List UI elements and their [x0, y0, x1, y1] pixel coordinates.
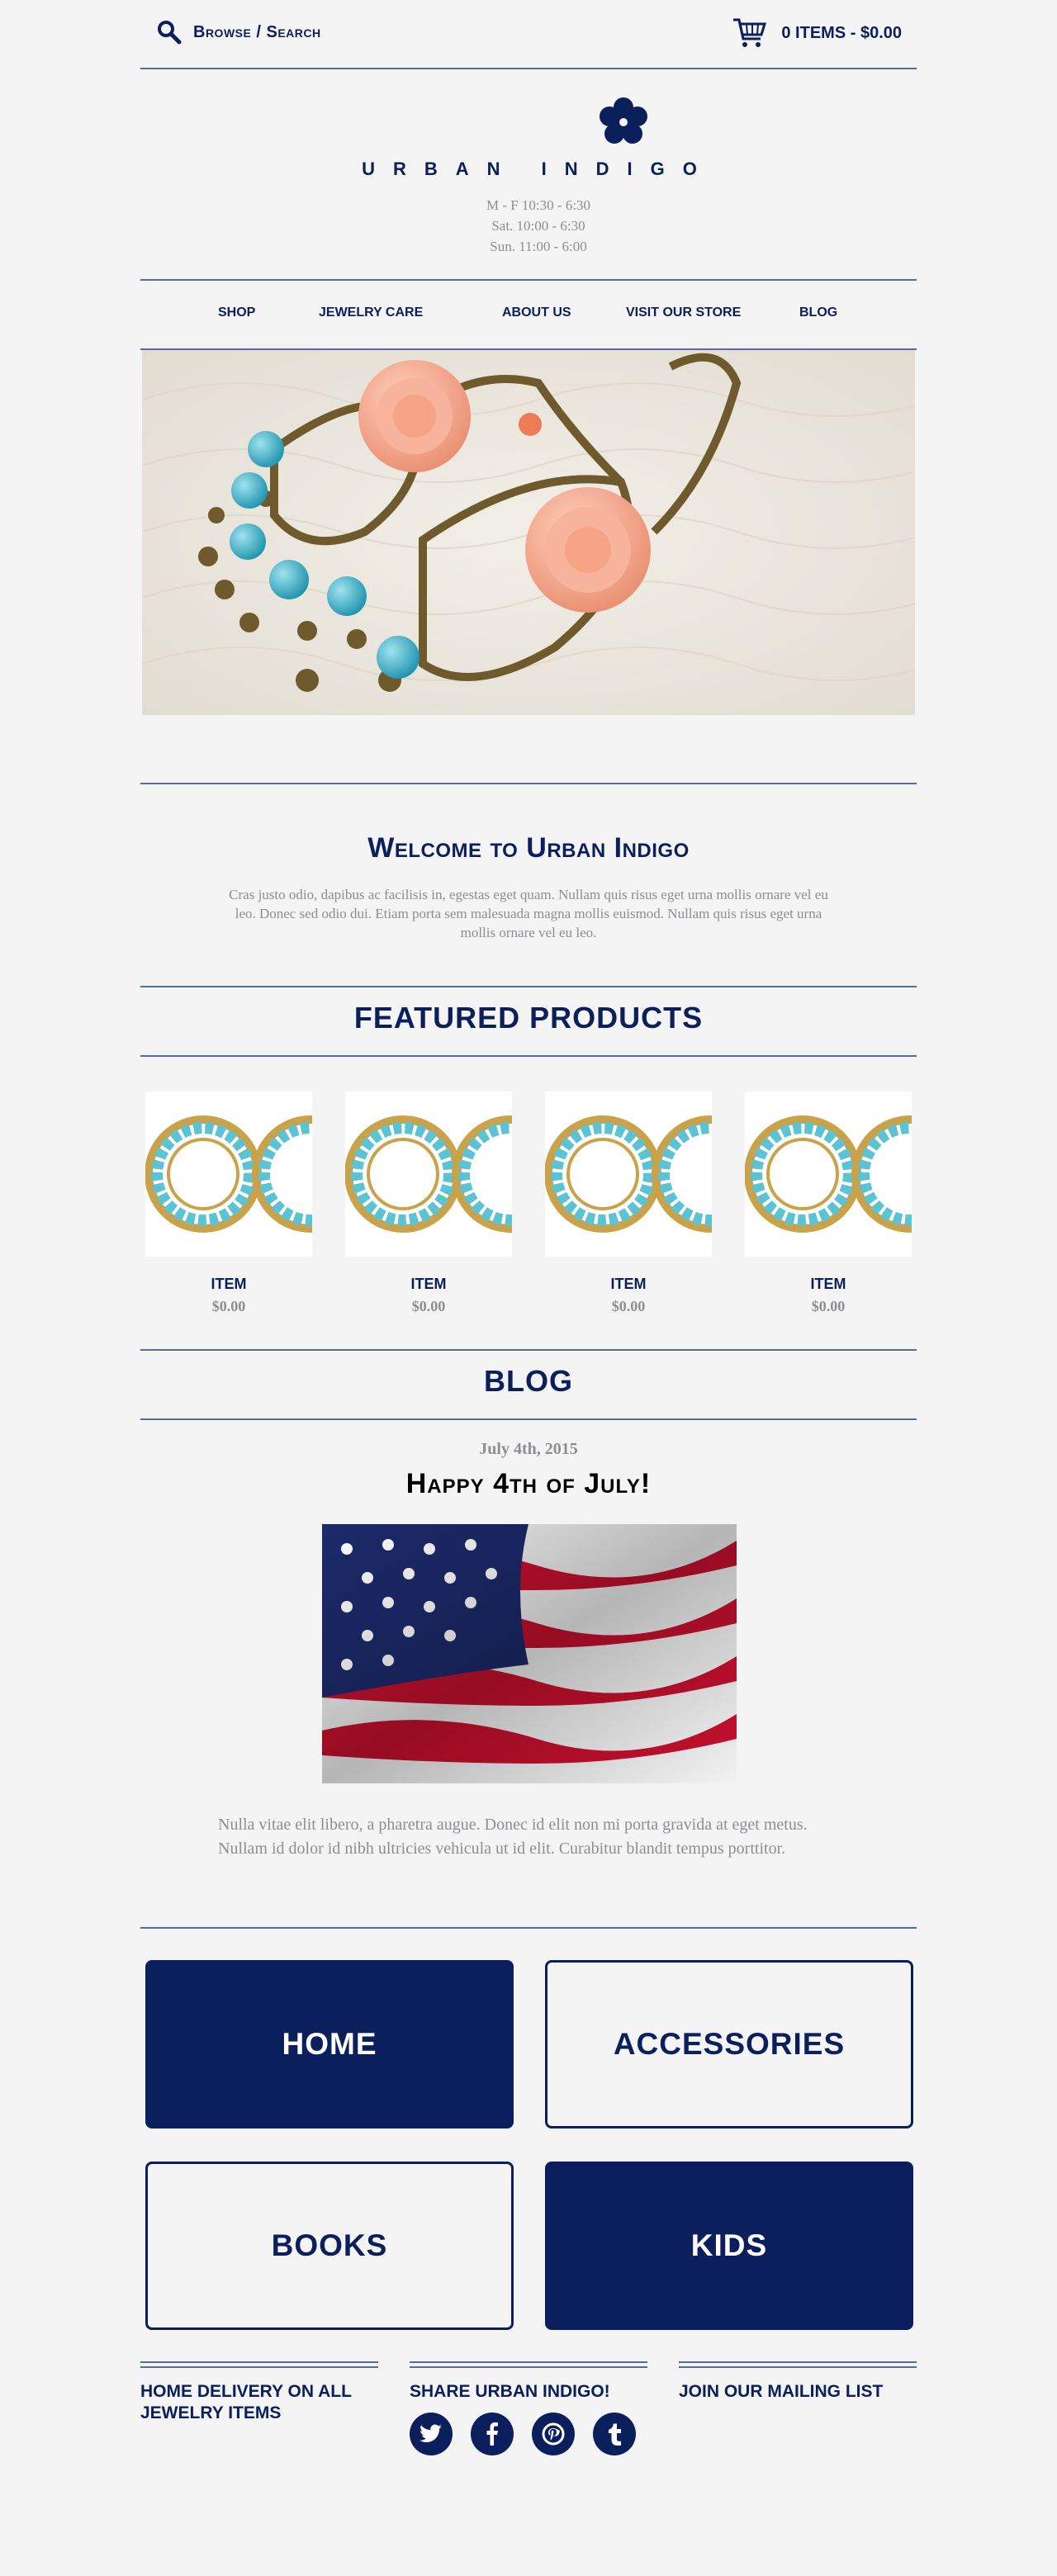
nav-visit-our-store[interactable]: VISIT OUR STORE	[626, 305, 741, 320]
category-tile-kids[interactable]: KIDS	[545, 2162, 913, 2330]
product-price: $0.00	[211, 1298, 246, 1314]
pinterest-icon[interactable]	[532, 2413, 575, 2455]
product-price: $0.00	[811, 1298, 846, 1314]
divider	[140, 1927, 917, 1929]
divider	[410, 2361, 647, 2368]
category-tile-home[interactable]: HOME	[145, 1960, 514, 2129]
footer-share: SHARE URBAN INDIGO!	[410, 2361, 647, 2455]
hours-weekday: M - F 10:30 - 6:30	[486, 197, 591, 213]
blog-title: BLOG	[484, 1364, 573, 1398]
cart-icon	[733, 18, 767, 47]
divider	[140, 1418, 917, 1420]
product-card[interactable]: ITEM $0.00	[344, 1091, 569, 1315]
browse-search-link[interactable]: Browse / Search	[157, 20, 321, 45]
footer-mailing: JOIN OUR MAILING LIST	[679, 2361, 917, 2403]
divider	[140, 1055, 917, 1057]
product-name: ITEM	[211, 1276, 247, 1292]
product-image	[145, 1091, 369, 1257]
divider	[140, 2361, 378, 2368]
category-tile-accessories[interactable]: ACCESSORIES	[545, 1960, 913, 2129]
nav-about-us[interactable]: ABOUT US	[502, 305, 571, 320]
blog-post-body: Nulla vitae elit libero, a pharetra augu…	[218, 1816, 808, 1858]
social-links	[410, 2413, 647, 2455]
browse-search-label: Browse / Search	[193, 22, 321, 41]
nav-jewelry-care[interactable]: JEWELRY CARE	[319, 305, 423, 320]
top-bar: Browse / Search 0 ITEMS - $0.00	[140, 17, 917, 53]
welcome-title: Welcome to Urban Indigo	[367, 832, 690, 864]
brand-name: URBAN INDIGO	[362, 159, 715, 179]
footer-share-text: SHARE URBAN INDIGO!	[410, 2382, 610, 2401]
product-card[interactable]: ITEM $0.00	[544, 1091, 769, 1315]
hours-saturday: Sat. 10:00 - 6:30	[491, 218, 585, 234]
hours-sunday: Sun. 11:00 - 6:00	[490, 239, 587, 254]
hero-earrings-image	[142, 350, 915, 715]
footer-mailing-link[interactable]: JOIN OUR MAILING LIST	[679, 2381, 917, 2403]
twitter-icon[interactable]	[410, 2413, 453, 2455]
blog-post-date: July 4th, 2015	[479, 1440, 578, 1458]
product-image	[344, 1091, 569, 1257]
cart-summary: 0 ITEMS - $0.00	[781, 23, 902, 42]
category-tile-books[interactable]: BOOKS	[145, 2162, 514, 2330]
footer-delivery-text: HOME DELIVERY ON ALL JEWELRY ITEMS	[140, 2382, 352, 2422]
product-card[interactable]: ITEM $0.00	[145, 1091, 369, 1315]
product-name: ITEM	[610, 1276, 647, 1292]
product-name: ITEM	[410, 1276, 447, 1292]
cart-link[interactable]: 0 ITEMS - $0.00	[732, 17, 902, 50]
divider	[140, 68, 917, 69]
product-name: ITEM	[810, 1276, 846, 1292]
footer-delivery: HOME DELIVERY ON ALL JEWELRY ITEMS	[140, 2361, 378, 2424]
divider	[679, 2361, 917, 2368]
divider	[140, 783, 917, 784]
nav-blog[interactable]: BLOG	[799, 305, 837, 320]
tumblr-icon[interactable]	[593, 2413, 636, 2455]
store-hours: M - F 10:30 - 6:30 Sat. 10:00 - 6:30 Sun…	[140, 195, 917, 257]
main-nav: SHOP JEWELRY CARE ABOUT US VISIT OUR STO…	[140, 281, 917, 350]
product-card[interactable]: ITEM $0.00	[744, 1091, 969, 1315]
product-image	[744, 1091, 969, 1257]
divider	[140, 986, 917, 987]
flower-logo-icon	[600, 97, 647, 144]
welcome-body: Cras justo odio, dapibus ac facilisis in…	[229, 887, 828, 940]
american-flag-image	[322, 1524, 737, 1783]
featured-products-title: FEATURED PRODUCTS	[353, 1001, 704, 1035]
divider	[140, 1349, 917, 1351]
product-image	[544, 1091, 769, 1257]
search-icon	[158, 21, 182, 45]
facebook-icon[interactable]	[471, 2413, 514, 2455]
nav-shop[interactable]: SHOP	[218, 305, 255, 320]
product-price: $0.00	[411, 1298, 446, 1314]
blog-post-title[interactable]: Happy 4th of July!	[140, 1468, 917, 1500]
product-price: $0.00	[611, 1298, 646, 1314]
